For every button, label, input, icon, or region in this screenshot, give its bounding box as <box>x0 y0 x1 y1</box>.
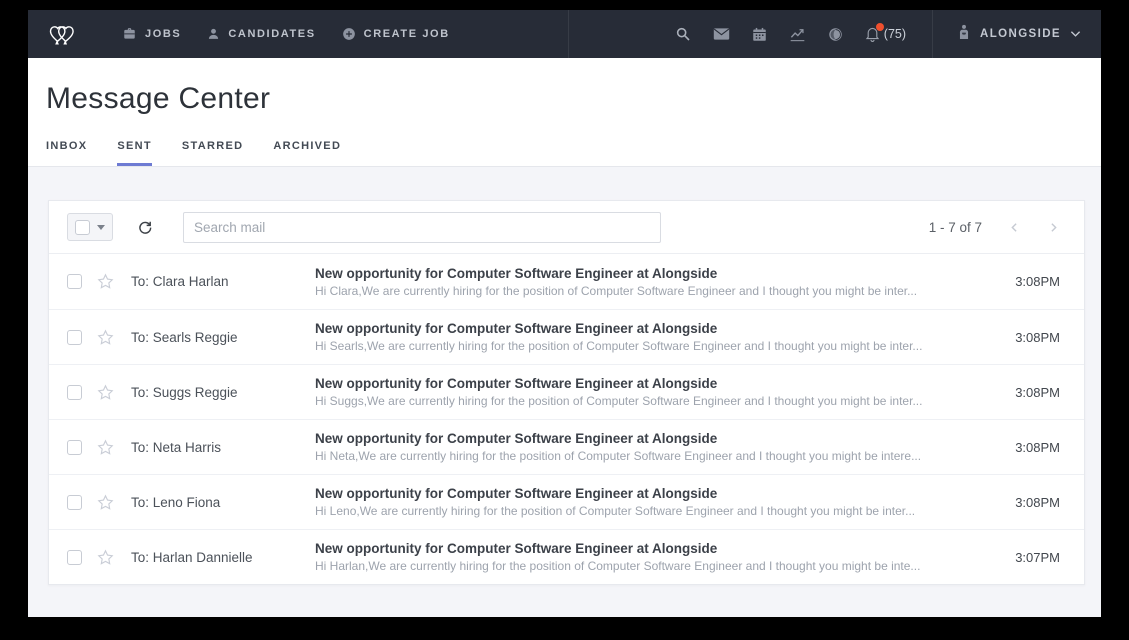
account-menu[interactable]: ALONGSIDE <box>933 24 1081 44</box>
recipient: To: Clara Harlan <box>131 274 315 289</box>
star-icon[interactable] <box>97 494 114 511</box>
mail-list-card: 1 - 7 of 7 To: Clara Harlan <box>48 200 1085 585</box>
message-content: New opportunity for Computer Software En… <box>315 321 1002 353</box>
star-icon[interactable] <box>97 384 114 401</box>
nav-label-candidates: CANDIDATES <box>228 28 315 40</box>
pagination-range: 1 - 7 of 7 <box>929 220 982 235</box>
primary-nav: JOBS CANDIDATES CREATE J <box>122 27 450 41</box>
message-time: 3:08PM <box>1002 440 1060 455</box>
tab-starred[interactable]: STARRED <box>182 140 243 166</box>
recipient: To: Suggs Reggie <box>131 385 315 400</box>
person-icon <box>207 27 220 41</box>
nav-item-jobs[interactable]: JOBS <box>122 27 181 41</box>
alongside-logo-icon[interactable] <box>46 19 82 49</box>
calendar-icon[interactable] <box>752 27 767 42</box>
navbar-icon-strip: (75) <box>675 26 906 42</box>
row-checkbox[interactable] <box>67 440 82 455</box>
globe-icon[interactable] <box>828 27 843 42</box>
account-icon <box>957 24 971 44</box>
message-time: 3:08PM <box>1002 385 1060 400</box>
recipient: To: Neta Harris <box>131 440 315 455</box>
message-preview: Hi Searls,We are currently hiring for th… <box>315 339 978 353</box>
notification-dot <box>876 23 884 31</box>
row-checkbox[interactable] <box>67 385 82 400</box>
message-preview: Hi Leno,We are currently hiring for the … <box>315 504 978 518</box>
page-title: Message Center <box>46 82 1101 116</box>
message-time: 3:08PM <box>1002 274 1060 289</box>
plus-circle-icon <box>342 27 356 41</box>
row-checkbox[interactable] <box>67 495 82 510</box>
notification-count: (75) <box>884 27 906 41</box>
tab-sent[interactable]: SENT <box>117 140 152 166</box>
message-time: 3:08PM <box>1002 330 1060 345</box>
message-subject: New opportunity for Computer Software En… <box>315 376 978 391</box>
message-time: 3:07PM <box>1002 550 1060 565</box>
search-mail-box <box>183 212 661 243</box>
next-page-icon[interactable] <box>1047 221 1060 234</box>
message-row[interactable]: To: Harlan Dannielle New opportunity for… <box>49 529 1084 584</box>
navbar-divider <box>568 10 569 58</box>
message-row[interactable]: To: Clara Harlan New opportunity for Com… <box>49 254 1084 309</box>
message-content: New opportunity for Computer Software En… <box>315 541 1002 573</box>
message-content: New opportunity for Computer Software En… <box>315 431 1002 463</box>
message-subject: New opportunity for Computer Software En… <box>315 486 978 501</box>
message-subject: New opportunity for Computer Software En… <box>315 541 978 556</box>
recipient: To: Harlan Dannielle <box>131 550 315 565</box>
chevron-down-icon <box>1070 25 1081 43</box>
pagination: 1 - 7 of 7 <box>929 220 1060 235</box>
mail-toolbar: 1 - 7 of 7 <box>49 201 1084 254</box>
nav-label-jobs: JOBS <box>145 28 181 40</box>
message-row[interactable]: To: Leno Fiona New opportunity for Compu… <box>49 474 1084 529</box>
nav-label-create-job: CREATE JOB <box>364 28 450 40</box>
star-icon[interactable] <box>97 549 114 566</box>
recipient: To: Searls Reggie <box>131 330 315 345</box>
message-content: New opportunity for Computer Software En… <box>315 486 1002 518</box>
message-subject: New opportunity for Computer Software En… <box>315 431 978 446</box>
message-row[interactable]: To: Searls Reggie New opportunity for Co… <box>49 309 1084 364</box>
select-all-checkbox[interactable] <box>75 220 90 235</box>
recipient: To: Leno Fiona <box>131 495 315 510</box>
refresh-icon[interactable] <box>137 219 153 235</box>
row-checkbox[interactable] <box>67 330 82 345</box>
star-icon[interactable] <box>97 329 114 346</box>
message-content: New opportunity for Computer Software En… <box>315 266 1002 298</box>
message-preview: Hi Suggs,We are currently hiring for the… <box>315 394 978 408</box>
nav-item-create-job[interactable]: CREATE JOB <box>342 27 450 41</box>
message-row[interactable]: To: Neta Harris New opportunity for Comp… <box>49 419 1084 474</box>
app-window: JOBS CANDIDATES CREATE J <box>28 10 1101 617</box>
briefcase-icon <box>122 27 137 41</box>
bell-icon <box>865 26 880 42</box>
nav-item-candidates[interactable]: CANDIDATES <box>207 27 315 41</box>
message-preview: Hi Neta,We are currently hiring for the … <box>315 449 978 463</box>
row-checkbox[interactable] <box>67 274 82 289</box>
message-time: 3:08PM <box>1002 495 1060 510</box>
mailbox-tabs: INBOX SENT STARRED ARCHIVED <box>46 140 1101 166</box>
message-preview: Hi Clara,We are currently hiring for the… <box>315 284 978 298</box>
envelope-icon[interactable] <box>713 27 730 41</box>
caret-down-icon <box>97 225 105 230</box>
page-header: Message Center INBOX SENT STARRED ARCHIV… <box>28 58 1101 167</box>
account-label: ALONGSIDE <box>980 28 1061 40</box>
message-subject: New opportunity for Computer Software En… <box>315 321 978 336</box>
message-row[interactable]: To: Suggs Reggie New opportunity for Com… <box>49 364 1084 419</box>
notifications-button[interactable]: (75) <box>865 26 906 42</box>
message-content: New opportunity for Computer Software En… <box>315 376 1002 408</box>
message-preview: Hi Harlan,We are currently hiring for th… <box>315 559 978 573</box>
select-all-dropdown[interactable] <box>67 213 113 241</box>
row-checkbox[interactable] <box>67 550 82 565</box>
tab-archived[interactable]: ARCHIVED <box>273 140 341 166</box>
message-list: To: Clara Harlan New opportunity for Com… <box>49 254 1084 584</box>
star-icon[interactable] <box>97 439 114 456</box>
tab-inbox[interactable]: INBOX <box>46 140 87 166</box>
chart-icon[interactable] <box>789 27 806 42</box>
star-icon[interactable] <box>97 273 114 290</box>
prev-page-icon[interactable] <box>1008 221 1021 234</box>
search-icon[interactable] <box>675 26 691 42</box>
top-navbar: JOBS CANDIDATES CREATE J <box>28 10 1101 58</box>
message-subject: New opportunity for Computer Software En… <box>315 266 978 281</box>
search-mail-input[interactable] <box>184 213 660 242</box>
